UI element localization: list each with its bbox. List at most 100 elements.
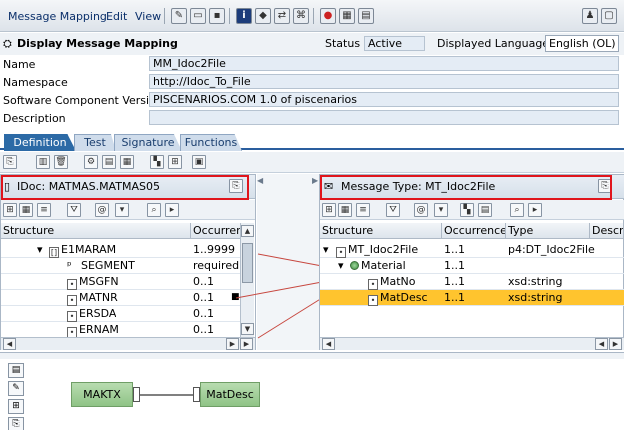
scroll-right-icon[interactable]: ▶ xyxy=(226,338,239,350)
scroll-right-icon[interactable]: ▶ xyxy=(240,338,253,350)
menu-edit[interactable]: Edit xyxy=(106,10,127,23)
expand-arrow-icon[interactable]: ▾ xyxy=(37,242,43,258)
source-col-structure[interactable]: Structure xyxy=(1,223,191,239)
log-icon[interactable]: ▤ xyxy=(358,8,374,24)
menu-bar: Message Mapping Edit View ✎ ▭ ▪ i ◆ ⇄ ⌘ … xyxy=(0,0,624,32)
node-icon: • xyxy=(336,247,346,258)
editor-pen-icon[interactable]: ✎ xyxy=(8,381,24,396)
delete-icon[interactable]: 🗑 xyxy=(54,155,68,169)
page-title: Display Message Mapping xyxy=(17,37,178,50)
save-icon[interactable]: ▪ xyxy=(209,8,225,24)
editor-copy-icon[interactable]: ⎘ xyxy=(8,417,24,430)
target-horizontal-scrollbar[interactable]: ◀ ◀ ▶ xyxy=(320,337,624,350)
expand-icon[interactable]: ▸ xyxy=(528,203,542,217)
tree-icon[interactable]: ⊞ xyxy=(168,155,182,169)
source-row[interactable]: • MSGFN 0..1 xyxy=(1,274,241,290)
expand-arrow-icon[interactable]: ▾ xyxy=(338,258,344,274)
scroll-left-icon[interactable]: ◀ xyxy=(595,338,608,350)
target-col-occurrences[interactable]: Occurrences xyxy=(442,223,506,239)
layout-icon[interactable]: ▚ xyxy=(460,203,474,217)
scroll-left-icon[interactable]: ◀ xyxy=(3,338,16,350)
target-field-box[interactable]: MatDesc xyxy=(200,382,260,407)
target-port[interactable] xyxy=(193,387,200,402)
dropdown-filter-icon[interactable]: ▾ xyxy=(434,203,448,217)
description-field[interactable] xyxy=(149,110,619,125)
collapse-left-icon[interactable]: ◀ xyxy=(257,176,263,185)
find-icon[interactable]: ⌕ xyxy=(147,203,161,217)
src-icon[interactable]: ≡ xyxy=(37,203,51,217)
source-row[interactable]: • ERNAM 0..1 xyxy=(1,322,241,338)
target-row-selected[interactable]: • MatDesc 1..1 xsd:string xyxy=(320,290,624,306)
scroll-right-icon[interactable]: ▶ xyxy=(609,338,622,350)
source-row[interactable]: ᵖ SEGMENT required xyxy=(1,258,241,274)
source-row[interactable]: • ERSDA 0..1 xyxy=(1,306,241,322)
tree-view-icon[interactable]: ⊞ xyxy=(322,203,336,217)
navigate-icon[interactable]: ⇄ xyxy=(274,8,290,24)
filter-icon[interactable]: ⛛ xyxy=(67,203,81,217)
source-vertical-scrollbar[interactable]: ▲ ▼ xyxy=(240,223,254,337)
eraser-icon[interactable]: ◆ xyxy=(255,8,271,24)
scroll-left-icon[interactable]: ◀ xyxy=(322,338,335,350)
tab-functions[interactable]: Functions xyxy=(180,134,242,151)
filter-icon[interactable]: ⛛ xyxy=(386,203,400,217)
user-icon[interactable]: ♟ xyxy=(582,8,598,24)
window-icon[interactable]: ▢ xyxy=(601,8,617,24)
tab-definition[interactable]: Definition xyxy=(4,134,76,151)
tree-view-icon[interactable]: ⊞ xyxy=(3,203,17,217)
source-col-occurrences[interactable]: Occurrences xyxy=(191,223,241,239)
target-row[interactable]: ▾ Material 1..1 xyxy=(320,258,624,274)
target-col-structure[interactable]: Structure xyxy=(320,223,442,239)
mapping-object-icon: ⛭ xyxy=(3,37,12,50)
scroll-up-icon[interactable]: ▲ xyxy=(241,225,254,237)
menu-view[interactable]: View xyxy=(135,10,161,23)
target-col-type[interactable]: Type xyxy=(506,223,590,239)
language-select[interactable]: English (OL) xyxy=(545,35,619,52)
grid-icon[interactable]: ▦ xyxy=(338,203,352,217)
find-icon[interactable]: ⌕ xyxy=(510,203,524,217)
description-label: Description xyxy=(3,112,66,125)
editor-show-icon[interactable]: ▤ xyxy=(8,363,24,378)
dropdown-filter-icon[interactable]: ▾ xyxy=(115,203,129,217)
source-port[interactable] xyxy=(133,387,140,402)
attribute-icon[interactable]: @ xyxy=(95,203,109,217)
menu-message-mapping[interactable]: Message Mapping xyxy=(8,10,107,23)
expand-icon[interactable]: ▸ xyxy=(165,203,179,217)
settings-icon[interactable]: ⚙ xyxy=(84,155,98,169)
expand-arrow-icon[interactable]: ▾ xyxy=(323,242,329,258)
src-icon[interactable]: ≡ xyxy=(356,203,370,217)
field-icon: • xyxy=(368,295,378,306)
software-component-label: Software Component Version xyxy=(3,94,163,107)
where-used-icon[interactable]: ⌘ xyxy=(293,8,309,24)
source-field-box[interactable]: MAKTX xyxy=(71,382,133,407)
table-icon[interactable]: ▦ xyxy=(339,8,355,24)
info-icon[interactable]: i xyxy=(236,8,252,24)
compare-icon[interactable]: ▥ xyxy=(36,155,50,169)
display-icon[interactable]: ▭ xyxy=(190,8,206,24)
window-split-icon[interactable]: ▣ xyxy=(192,155,206,169)
target-col-description[interactable]: Description xyxy=(590,223,624,239)
source-horizontal-scrollbar[interactable]: ◀ ▶ ▶ xyxy=(1,337,255,350)
status-label: Status xyxy=(325,37,361,50)
source-row[interactable]: • MATNR 0..1 ■ xyxy=(1,290,241,306)
layout-dropdown-icon[interactable]: ▤ xyxy=(478,203,492,217)
record-icon[interactable]: ● xyxy=(320,8,336,24)
source-toolbar: ⊞ ▦ ≡ ⛛ @ ▾ ⌕ ▸ xyxy=(1,200,255,220)
editor-splitter[interactable] xyxy=(0,353,624,359)
tab-test[interactable]: Test xyxy=(74,134,116,151)
target-row[interactable]: • MatNo 1..1 xsd:string xyxy=(320,274,624,290)
grid-icon[interactable]: ▦ xyxy=(19,203,33,217)
toolbar-separator xyxy=(313,8,314,24)
display-queue-icon[interactable]: ▤ xyxy=(102,155,116,169)
edit-pencil-icon[interactable]: ✎ xyxy=(171,8,187,24)
dependencies-icon[interactable]: ▦ xyxy=(120,155,134,169)
scroll-down-icon[interactable]: ▼ xyxy=(241,323,254,335)
scroll-thumb[interactable] xyxy=(242,243,253,283)
layout-icon[interactable]: ▚ xyxy=(150,155,164,169)
editor-tree-icon[interactable]: ⊞ xyxy=(8,399,24,414)
source-row[interactable]: ▾ [] E1MARAM 1..9999 xyxy=(1,242,241,258)
copy-icon[interactable]: ⎘ xyxy=(3,155,17,169)
target-row[interactable]: ▾ • MT_Idoc2File 1..1 p4:DT_Idoc2File xyxy=(320,242,624,258)
tab-signature[interactable]: Signature xyxy=(114,134,182,151)
collapse-right-icon[interactable]: ▶ xyxy=(312,176,318,185)
attribute-icon[interactable]: @ xyxy=(414,203,428,217)
